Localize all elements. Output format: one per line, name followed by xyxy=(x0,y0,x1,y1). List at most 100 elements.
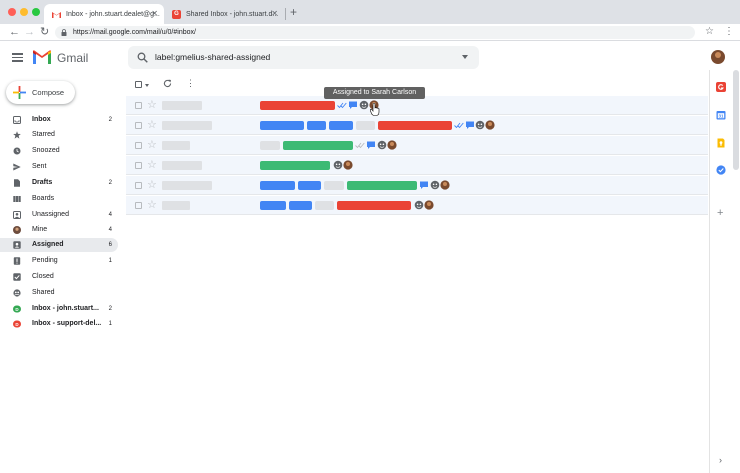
bookmark-star-icon[interactable]: ☆ xyxy=(705,25,714,39)
sidebar-item-inbox-support[interactable]: D Inbox - support-del... 1 xyxy=(0,317,118,331)
forward-arrow-icon[interactable]: → xyxy=(24,25,35,39)
assignee-face-icon xyxy=(359,100,369,110)
sidebar-item-mine[interactable]: Mine 4 xyxy=(0,223,118,237)
sidebar-item-closed[interactable]: Closed xyxy=(0,270,118,284)
sidebar-item-shared[interactable]: Shared xyxy=(0,286,118,300)
maximize-window-button[interactable] xyxy=(32,8,40,16)
double-check-icon xyxy=(355,142,365,149)
table-row[interactable]: ☆ xyxy=(126,156,708,175)
sender-placeholder xyxy=(162,101,202,110)
tab-divider xyxy=(285,8,286,20)
sidebar-item-pending[interactable]: Pending 1 xyxy=(0,254,118,268)
table-row[interactable]: ☆ xyxy=(126,136,708,155)
sidebar-item-inbox-john-stuart[interactable]: D Inbox - john.stuart... 2 xyxy=(0,302,118,316)
close-tab-icon[interactable]: ✕ xyxy=(151,9,158,19)
sidebar-item-unassigned[interactable]: Unassigned 4 xyxy=(0,208,118,222)
sender-placeholder xyxy=(162,141,190,150)
row-star-icon[interactable]: ☆ xyxy=(147,98,157,112)
sidebar-item-label: Inbox xyxy=(32,116,51,123)
sidebar-item-label: Inbox - john.stuart... xyxy=(32,305,99,312)
assignee-face-icon xyxy=(333,160,343,170)
main-menu-icon[interactable] xyxy=(12,53,23,62)
row-star-icon[interactable]: ☆ xyxy=(147,198,157,212)
row-checkbox[interactable] xyxy=(135,202,142,209)
subject-pill xyxy=(260,141,280,150)
page-scrollbar[interactable] xyxy=(733,70,739,170)
search-bar[interactable]: label:gmelius-shared-assigned xyxy=(128,46,479,69)
close-window-button[interactable] xyxy=(8,8,16,16)
row-star-icon[interactable]: ☆ xyxy=(147,118,157,132)
assignee-avatar-icon[interactable] xyxy=(343,160,353,170)
sidebar-item-label: Pending xyxy=(32,257,58,264)
sidebar-item-label: Boards xyxy=(32,195,55,202)
row-checkbox[interactable] xyxy=(135,122,142,129)
assignee-face-icon xyxy=(475,120,485,130)
sidebar-item-snoozed[interactable]: Snoozed xyxy=(0,144,118,158)
row-star-icon[interactable]: ☆ xyxy=(147,138,157,152)
close-tab-icon[interactable]: ✕ xyxy=(271,9,278,19)
browser-menu-icon[interactable]: ⋮ xyxy=(724,25,734,39)
expand-panel-chevron-icon[interactable]: › xyxy=(719,455,722,465)
browser-tab-shared-inbox[interactable]: G Shared Inbox - john.stuart.d... ✕ xyxy=(164,4,284,24)
row-star-icon[interactable]: ☆ xyxy=(147,178,157,192)
row-star-icon[interactable]: ☆ xyxy=(147,158,157,172)
browser-tab-inbox[interactable]: Inbox - john.stuart.dealet@g... ✕ xyxy=(44,4,164,24)
back-arrow-icon[interactable]: ← xyxy=(9,25,20,39)
assignee-tooltip: Assigned to Sarah Carlson xyxy=(324,87,425,99)
table-row[interactable]: ☆ xyxy=(126,196,708,215)
table-row[interactable]: ☆ xyxy=(126,176,708,195)
boards-icon xyxy=(13,196,21,202)
minimize-window-button[interactable] xyxy=(20,8,28,16)
sender-placeholder xyxy=(162,161,202,170)
search-icon[interactable] xyxy=(137,52,148,63)
more-options-icon[interactable]: ⋮ xyxy=(186,78,195,88)
sidebar-item-count: 2 xyxy=(108,180,112,186)
url-text: https://mail.google.com/mail/u/0/#inbox/ xyxy=(73,29,196,36)
row-checkbox[interactable] xyxy=(135,162,142,169)
sidebar-item-inbox[interactable]: Inbox 2 xyxy=(0,113,118,127)
unassigned-icon xyxy=(13,211,21,219)
reload-icon[interactable]: ↻ xyxy=(40,25,49,39)
add-addon-icon[interactable]: + xyxy=(717,207,723,219)
shared-inbox-red-icon: D xyxy=(13,320,21,328)
account-avatar[interactable] xyxy=(711,50,725,64)
tasks-icon[interactable] xyxy=(716,165,726,175)
assignee-avatar-icon[interactable] xyxy=(424,200,434,210)
sidebar-item-assigned[interactable]: Assigned 6 xyxy=(0,238,118,252)
sidebar-item-drafts[interactable]: Drafts 2 xyxy=(0,176,118,190)
comment-icon xyxy=(367,141,375,149)
address-bar[interactable]: https://mail.google.com/mail/u/0/#inbox/ xyxy=(55,26,695,39)
row-checkbox[interactable] xyxy=(135,142,142,149)
double-check-icon xyxy=(337,102,347,109)
refresh-icon[interactable] xyxy=(163,79,172,88)
compose-button[interactable]: Compose xyxy=(6,81,75,104)
select-all-checkbox[interactable] xyxy=(135,81,142,88)
calendar-icon[interactable]: 31 xyxy=(716,110,726,120)
sidebar-item-sent[interactable]: Sent xyxy=(0,160,118,174)
new-tab-icon[interactable]: + xyxy=(290,5,297,19)
sidebar-item-label: Starred xyxy=(32,131,55,138)
sidebar-item-label: Closed xyxy=(32,273,54,280)
select-options-caret-icon[interactable] xyxy=(145,84,149,87)
sidebar-item-boards[interactable]: Boards xyxy=(0,192,118,206)
search-input[interactable]: label:gmelius-shared-assigned xyxy=(155,52,270,62)
sidebar-item-count: 1 xyxy=(108,258,112,264)
assigned-icon xyxy=(13,241,21,249)
row-checkbox[interactable] xyxy=(135,102,142,109)
keep-icon[interactable] xyxy=(716,138,726,148)
sidebar-item-starred[interactable]: Starred xyxy=(0,128,118,142)
assignee-avatar-icon[interactable] xyxy=(485,120,495,130)
assignee-avatar-icon[interactable] xyxy=(440,180,450,190)
assignee-avatar-icon[interactable] xyxy=(387,140,397,150)
subject-pill xyxy=(260,181,295,190)
svg-text:31: 31 xyxy=(718,114,724,119)
gmelius-icon[interactable] xyxy=(716,82,726,92)
row-checkbox[interactable] xyxy=(135,182,142,189)
browser-toolbar: ← → ↻ https://mail.google.com/mail/u/0/#… xyxy=(0,24,740,41)
search-options-caret-icon[interactable] xyxy=(462,55,468,59)
sender-placeholder xyxy=(162,121,212,130)
compose-plus-icon xyxy=(13,86,26,99)
subject-pill xyxy=(260,201,286,210)
sidebar-item-label: Shared xyxy=(32,289,55,296)
table-row[interactable]: ☆ xyxy=(126,116,708,135)
